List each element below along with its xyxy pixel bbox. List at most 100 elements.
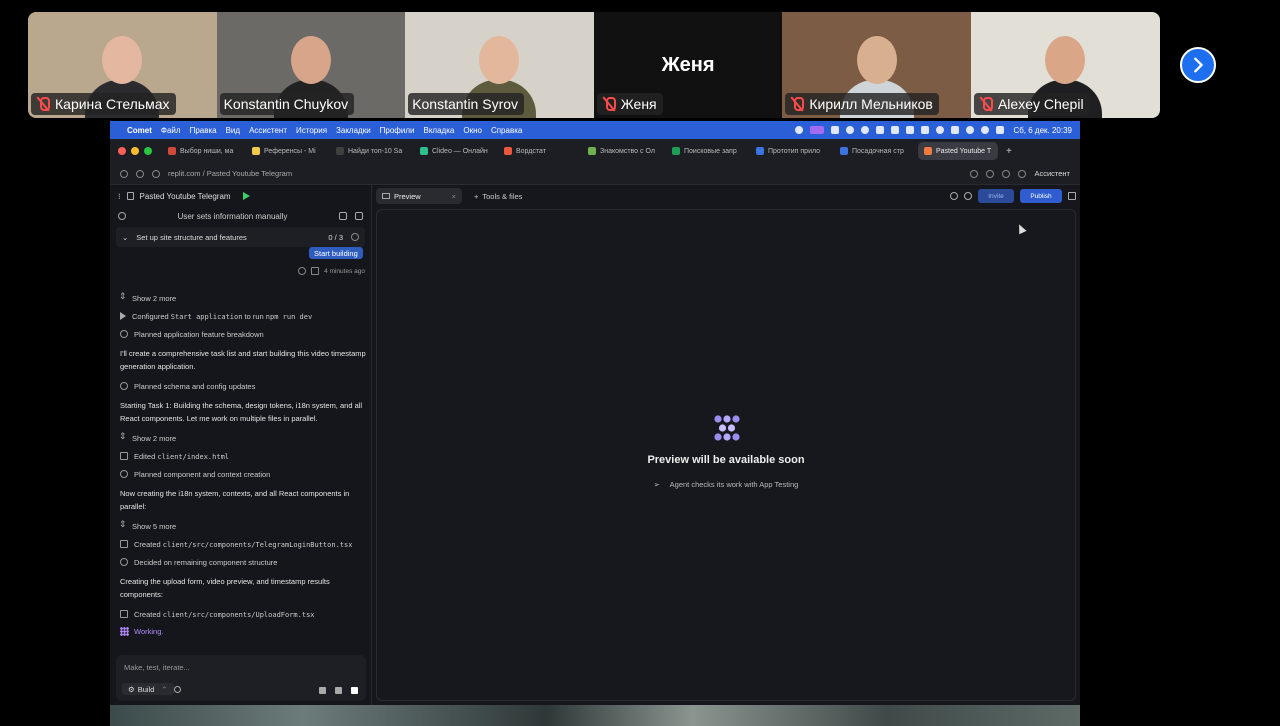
back-icon[interactable] [120, 169, 128, 178]
search-icon[interactable] [981, 126, 990, 134]
file-icon [120, 540, 128, 548]
browser-tab[interactable]: Pasted Youtube T [918, 142, 998, 160]
chat-input[interactable]: Make, test, iterate... ⚙ Build ⌃ [116, 655, 366, 701]
preview-canvas[interactable]: Preview will be available soon ➢ Agent c… [376, 209, 1076, 701]
agent-message: Creating the upload form, video preview,… [120, 577, 330, 599]
mic-off-icon [35, 96, 51, 112]
tab-preview[interactable]: Preview × [376, 188, 462, 204]
add-user-icon[interactable] [964, 192, 972, 200]
menu-item[interactable]: Закладки [336, 126, 371, 135]
browser-tab[interactable]: Посадочная стр [834, 142, 914, 160]
participant-name: Женя [620, 96, 657, 112]
participant-tile[interactable]: Женя Женя [593, 12, 783, 118]
next-participants-button[interactable] [1180, 47, 1216, 83]
preview-subtitle: ➢ Agent checks its work with App Testing [377, 480, 1075, 489]
browser-tab[interactable]: Знакомство с Ол [582, 142, 662, 160]
status-icon[interactable] [831, 126, 840, 134]
status-icon[interactable] [906, 126, 915, 134]
stop-button[interactable] [351, 687, 358, 694]
menu-item[interactable]: История [296, 126, 327, 135]
browser-tab[interactable]: Поисковые запр [666, 142, 746, 160]
browser-tab[interactable]: Найди топ-10 Sa [330, 142, 410, 160]
status-icon[interactable] [876, 126, 885, 134]
replit-workspace: ⁝ Pasted Youtube Telegram User sets info… [110, 185, 1080, 705]
menu-icon[interactable]: ⁝ [118, 192, 121, 201]
menu-item[interactable]: Профили [380, 126, 415, 135]
menu-item[interactable]: Вкладка [424, 126, 455, 135]
participant-tile[interactable]: Konstantin Chuykov [216, 12, 406, 118]
activity-item[interactable]: Show 2 more [119, 289, 366, 307]
browser-tab[interactable]: Прототип прило [750, 142, 830, 160]
menu-item[interactable]: Ассистент [249, 126, 287, 135]
start-building-button[interactable]: Start building [309, 247, 363, 259]
status-icon[interactable] [846, 126, 855, 134]
forward-icon[interactable] [136, 169, 144, 178]
project-name[interactable]: Pasted Youtube Telegram [140, 192, 231, 201]
mac-menubar: Comet Файл Правка Вид Ассистент История Закла… [110, 121, 1080, 139]
rollback-icon[interactable] [298, 267, 307, 275]
minimize-window-button[interactable] [131, 147, 139, 155]
tab-label: Поисковые запр [684, 147, 737, 155]
control-center-icon[interactable] [996, 126, 1005, 134]
tag-icon[interactable] [339, 212, 347, 220]
activity-text: Created client/src/components/UploadForm… [134, 609, 315, 619]
recording-icon[interactable] [810, 126, 825, 134]
status-icon[interactable] [861, 126, 870, 134]
menu-item[interactable]: Файл [161, 126, 181, 135]
tab-tools-files[interactable]: + Tools & files [468, 188, 554, 204]
participant-tile[interactable]: Карина Стельмах [28, 12, 217, 118]
lightning-icon[interactable] [319, 687, 326, 694]
run-button[interactable] [242, 192, 250, 200]
build-mode-button[interactable]: ⚙ Build ⌃ [122, 683, 174, 695]
reload-icon[interactable] [152, 169, 160, 178]
participant-tile[interactable]: Кирилл Мельников [782, 12, 971, 118]
copy-icon[interactable] [311, 267, 320, 275]
activity-item: Created client/src/components/UploadForm… [120, 605, 366, 623]
status-icon[interactable] [936, 126, 945, 134]
activity-item[interactable]: Show 5 more [119, 517, 366, 535]
participant-tile[interactable]: Konstantin Syrov [405, 12, 594, 118]
publish-button[interactable]: Publish [1020, 189, 1062, 203]
expand-icon [119, 291, 127, 302]
participant-name-tag: Женя [596, 93, 663, 115]
close-icon[interactable]: × [452, 192, 456, 201]
status-icon[interactable] [795, 126, 804, 134]
maximize-window-button[interactable] [144, 147, 152, 155]
layout-icon[interactable] [1068, 192, 1076, 200]
history-icon[interactable] [118, 212, 126, 220]
settings-icon[interactable] [335, 687, 342, 694]
battery-icon[interactable] [951, 126, 960, 134]
browser-tab[interactable]: Референсы - Mi [246, 142, 326, 160]
menubar-clock[interactable]: Сб, 6 дек. 20:39 [1013, 126, 1072, 135]
menu-item[interactable]: Правка [190, 126, 217, 135]
url-field[interactable]: replit.com / Pasted Youtube Telegram [168, 169, 962, 178]
menubar-app-name[interactable]: Comet [127, 126, 152, 135]
status-icon[interactable] [921, 126, 930, 134]
bookmark-icon[interactable] [970, 169, 979, 178]
browser-tab[interactable]: Clideo — Онлайн [414, 142, 494, 160]
new-tab-button[interactable]: + [1006, 146, 1012, 157]
wifi-icon[interactable] [966, 126, 975, 134]
message-timestamp: 4 minutes ago [324, 267, 365, 275]
menu-item[interactable]: Справка [491, 126, 522, 135]
menu-item[interactable]: Вид [226, 126, 240, 135]
browser-tab[interactable]: Вордстат [498, 142, 578, 160]
status-icon[interactable] [891, 126, 900, 134]
task-progress-row[interactable]: ⌄ Set up site structure and features 0 /… [116, 227, 365, 247]
assistant-button[interactable]: Ассистент [1034, 169, 1070, 178]
menu-item[interactable]: Окно [463, 126, 482, 135]
close-window-button[interactable] [118, 147, 126, 155]
attach-icon[interactable] [174, 686, 181, 693]
browser-tab[interactable]: Выбор ниши, ма [162, 142, 242, 160]
participant-tile[interactable]: Alexey Chepil [970, 12, 1160, 118]
new-chat-icon[interactable] [355, 212, 363, 220]
extension-icon[interactable] [986, 169, 995, 178]
progress-circle-icon [351, 233, 359, 241]
extension-icon[interactable] [1018, 169, 1027, 178]
activity-text: Planned application feature breakdown [134, 329, 264, 339]
extension-icon[interactable] [1002, 169, 1011, 178]
invite-button[interactable]: Invite [978, 189, 1014, 203]
mic-off-icon [978, 96, 994, 112]
search-icon[interactable] [950, 192, 958, 200]
activity-item[interactable]: Show 2 more [119, 429, 366, 447]
